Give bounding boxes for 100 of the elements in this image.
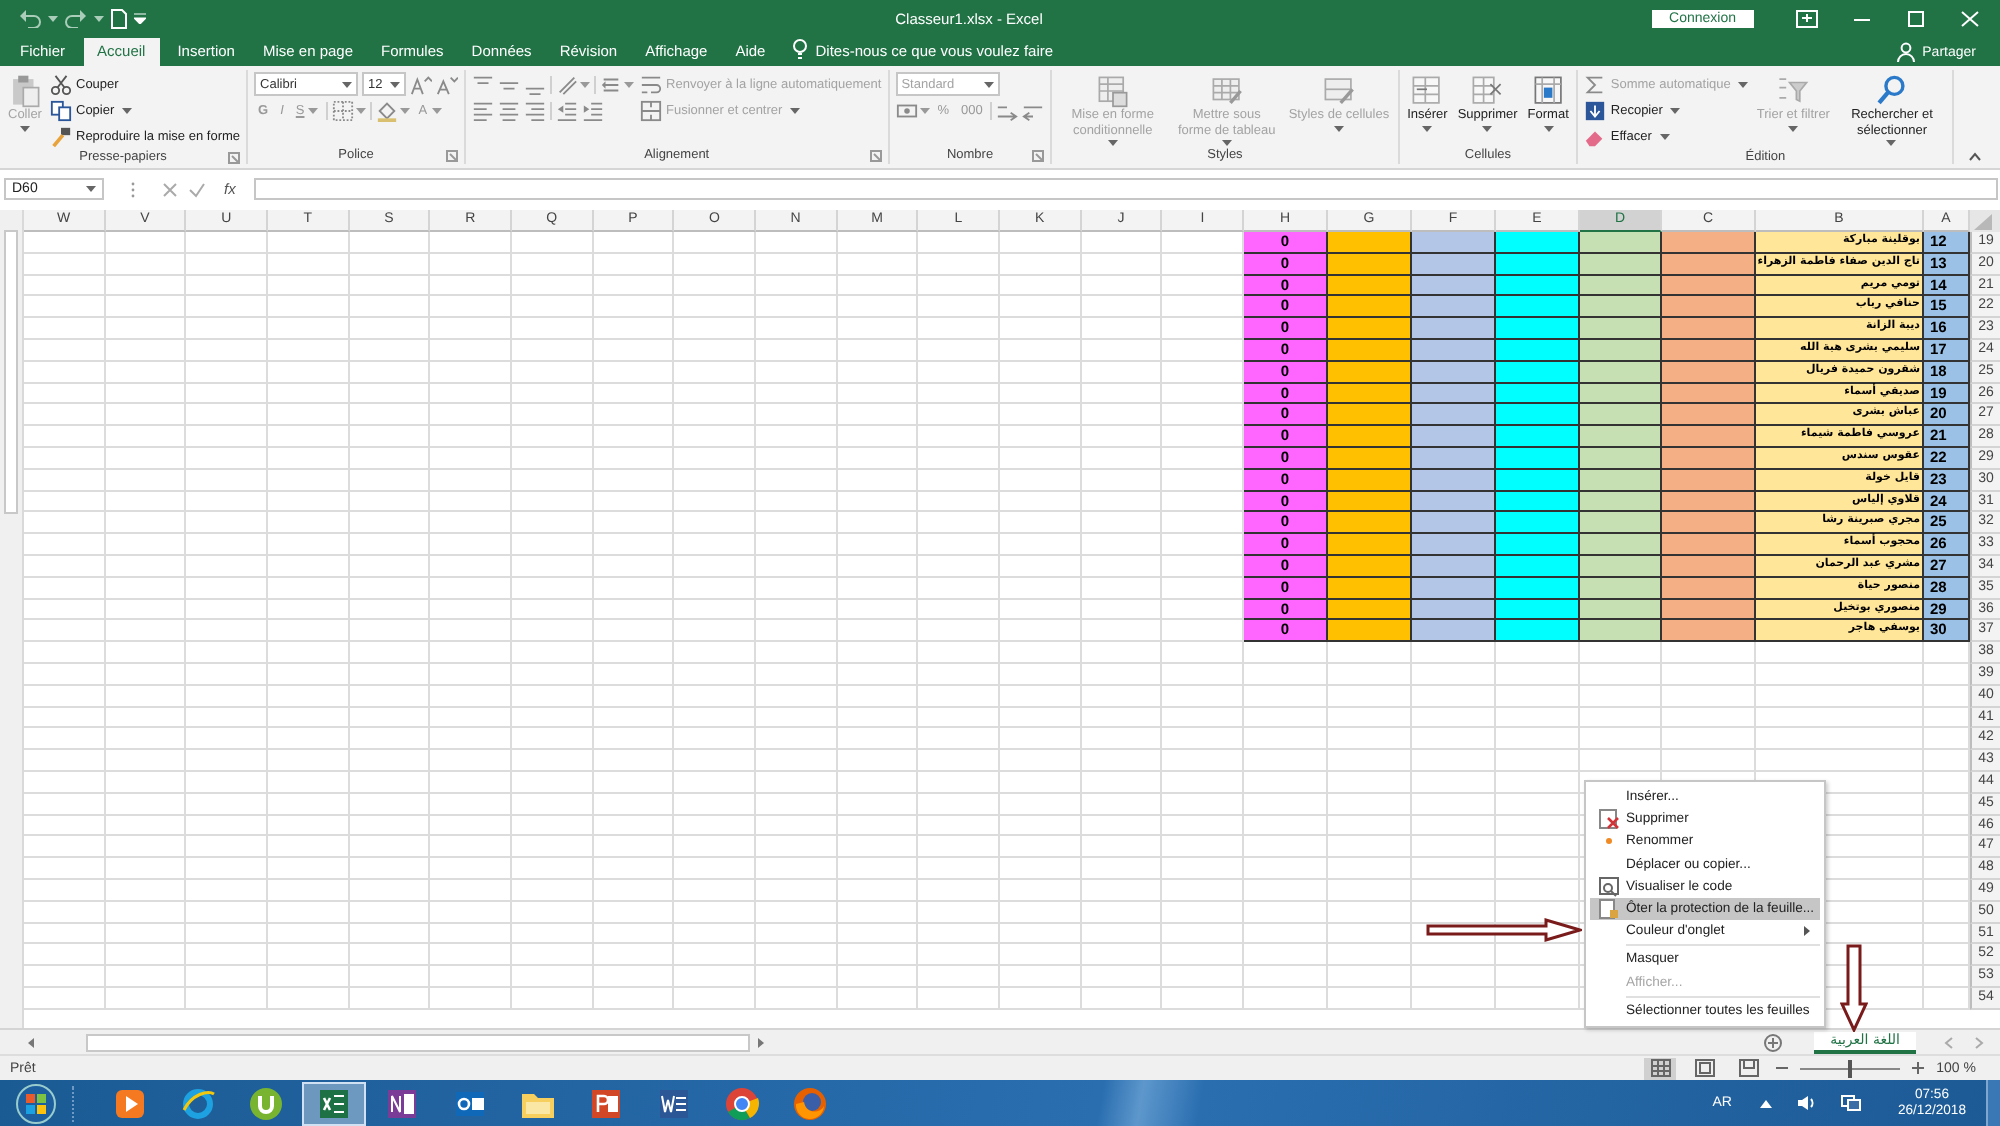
dialog-launcher-icon[interactable]	[869, 150, 882, 162]
caret-icon	[580, 81, 591, 87]
new-document-icon[interactable]	[110, 7, 128, 29]
notebook-icon	[384, 1085, 420, 1121]
caret-icon	[48, 15, 58, 21]
previous-sheet-icon[interactable]	[1944, 1035, 1956, 1049]
caret-icon	[624, 81, 635, 87]
table-brush-icon	[1209, 74, 1244, 108]
sigma-icon	[1584, 73, 1607, 95]
caret-icon	[431, 107, 442, 113]
caret-icon	[919, 107, 930, 113]
show-hidden-icons-icon[interactable]	[1759, 1098, 1772, 1108]
submenu-arrow-icon	[1804, 926, 1810, 937]
cancel-icon[interactable]	[162, 181, 178, 197]
insert-cells-icon	[1410, 74, 1445, 108]
search-icon	[1874, 74, 1909, 108]
zoom-slider-thumb[interactable]	[1848, 1059, 1853, 1077]
close-icon[interactable]	[1960, 9, 1980, 27]
wrap-text-icon	[640, 73, 663, 95]
copy-icon	[50, 99, 72, 121]
paragraph-direction-icon[interactable]	[600, 73, 623, 95]
increase-font-size-icon[interactable]	[410, 73, 433, 95]
vertical-scrollbar[interactable]	[0, 210, 24, 1028]
caret-icon	[790, 107, 801, 113]
next-sheet-icon[interactable]	[1972, 1035, 1984, 1049]
scroll-right-icon	[754, 1035, 768, 1049]
caret-icon	[356, 107, 367, 113]
caret-icon	[390, 81, 401, 87]
lightbulb-icon	[791, 38, 808, 60]
cell-styles-icon	[1321, 74, 1356, 108]
sheet-lock-icon	[1597, 898, 1619, 921]
browser-icon	[180, 1085, 216, 1121]
delete-sheet-icon	[1597, 808, 1619, 831]
document-icon	[656, 1085, 692, 1121]
caret-icon	[1422, 125, 1433, 131]
collapse-ribbon-icon[interactable]	[1968, 152, 1982, 162]
show-desktop-button[interactable]	[1986, 1080, 2000, 1126]
caret-icon	[20, 125, 30, 131]
caret-icon	[1886, 140, 1897, 146]
taskbar-button[interactable]	[302, 1081, 366, 1125]
text-orientation-icon[interactable]	[556, 73, 579, 95]
caret-icon	[1659, 133, 1670, 139]
caret-icon	[86, 186, 96, 192]
page-break-icon	[1737, 1058, 1760, 1078]
caret-icon	[1221, 140, 1232, 146]
redo-icon[interactable]	[64, 8, 88, 28]
caret-icon	[94, 15, 104, 21]
formula-input[interactable]	[253, 178, 1998, 200]
caret-icon	[983, 81, 994, 87]
caret-icon	[308, 107, 319, 113]
caret-icon	[1788, 125, 1799, 131]
undo-icon[interactable]	[18, 8, 42, 28]
caret-icon	[400, 107, 411, 113]
spreadsheet-icon	[316, 1085, 352, 1121]
sort-filter-icon	[1776, 74, 1811, 108]
decrease-indent-icon[interactable]	[556, 99, 579, 121]
ribbon-display-icon[interactable]	[1796, 9, 1818, 27]
browser-icon	[792, 1085, 828, 1121]
conditional-table-icon	[1095, 74, 1130, 108]
zoom-out-icon[interactable]	[1776, 1062, 1789, 1074]
maximize-icon[interactable]	[1906, 9, 1926, 27]
increase-indent-icon[interactable]	[582, 99, 605, 121]
align-center-icon[interactable]	[498, 99, 521, 121]
caret-icon	[122, 107, 133, 113]
page-layout-icon	[1693, 1058, 1716, 1078]
paintbrush-icon	[50, 125, 72, 147]
format-cells-icon	[1531, 74, 1566, 108]
caret-icon	[1482, 125, 1493, 131]
view-code-icon	[1597, 875, 1619, 898]
caret-icon	[1107, 140, 1118, 146]
decrease-font-size-icon[interactable]	[436, 73, 459, 95]
caret-icon	[1670, 107, 1681, 113]
check-icon[interactable]	[188, 181, 206, 197]
normal-view-icon	[1649, 1058, 1672, 1078]
caret-icon	[1738, 81, 1749, 87]
scissors-icon	[50, 73, 72, 95]
new-sheet-icon[interactable]	[1764, 1033, 1783, 1051]
align-left-icon[interactable]	[472, 99, 495, 121]
zoom-in-icon[interactable]	[1912, 1062, 1925, 1074]
view-button[interactable]	[1644, 1057, 1677, 1079]
paint-bucket-icon[interactable]	[376, 99, 399, 121]
play-icon	[112, 1085, 148, 1121]
customize-toolbar-icon[interactable]	[134, 12, 146, 24]
network-icon[interactable]	[1839, 1094, 1862, 1112]
person-icon	[1896, 42, 1917, 62]
round-app-icon	[248, 1085, 284, 1121]
dialog-launcher-icon[interactable]	[446, 150, 459, 162]
speaker-icon[interactable]	[1795, 1094, 1816, 1112]
scroll-left-icon	[24, 1035, 38, 1049]
start-button[interactable]	[16, 1083, 56, 1123]
banknote-icon[interactable]	[895, 99, 918, 121]
dialog-launcher-icon[interactable]	[228, 152, 241, 164]
merge-cells-icon	[640, 99, 663, 121]
dialog-launcher-icon[interactable]	[1032, 150, 1045, 162]
delete-cells-icon	[1470, 74, 1505, 108]
clipboard-icon	[8, 74, 42, 108]
borders-icon[interactable]	[332, 99, 355, 121]
select-all-button[interactable]	[1970, 210, 2000, 232]
caret-icon	[342, 81, 353, 87]
align-right-icon[interactable]	[524, 99, 547, 121]
